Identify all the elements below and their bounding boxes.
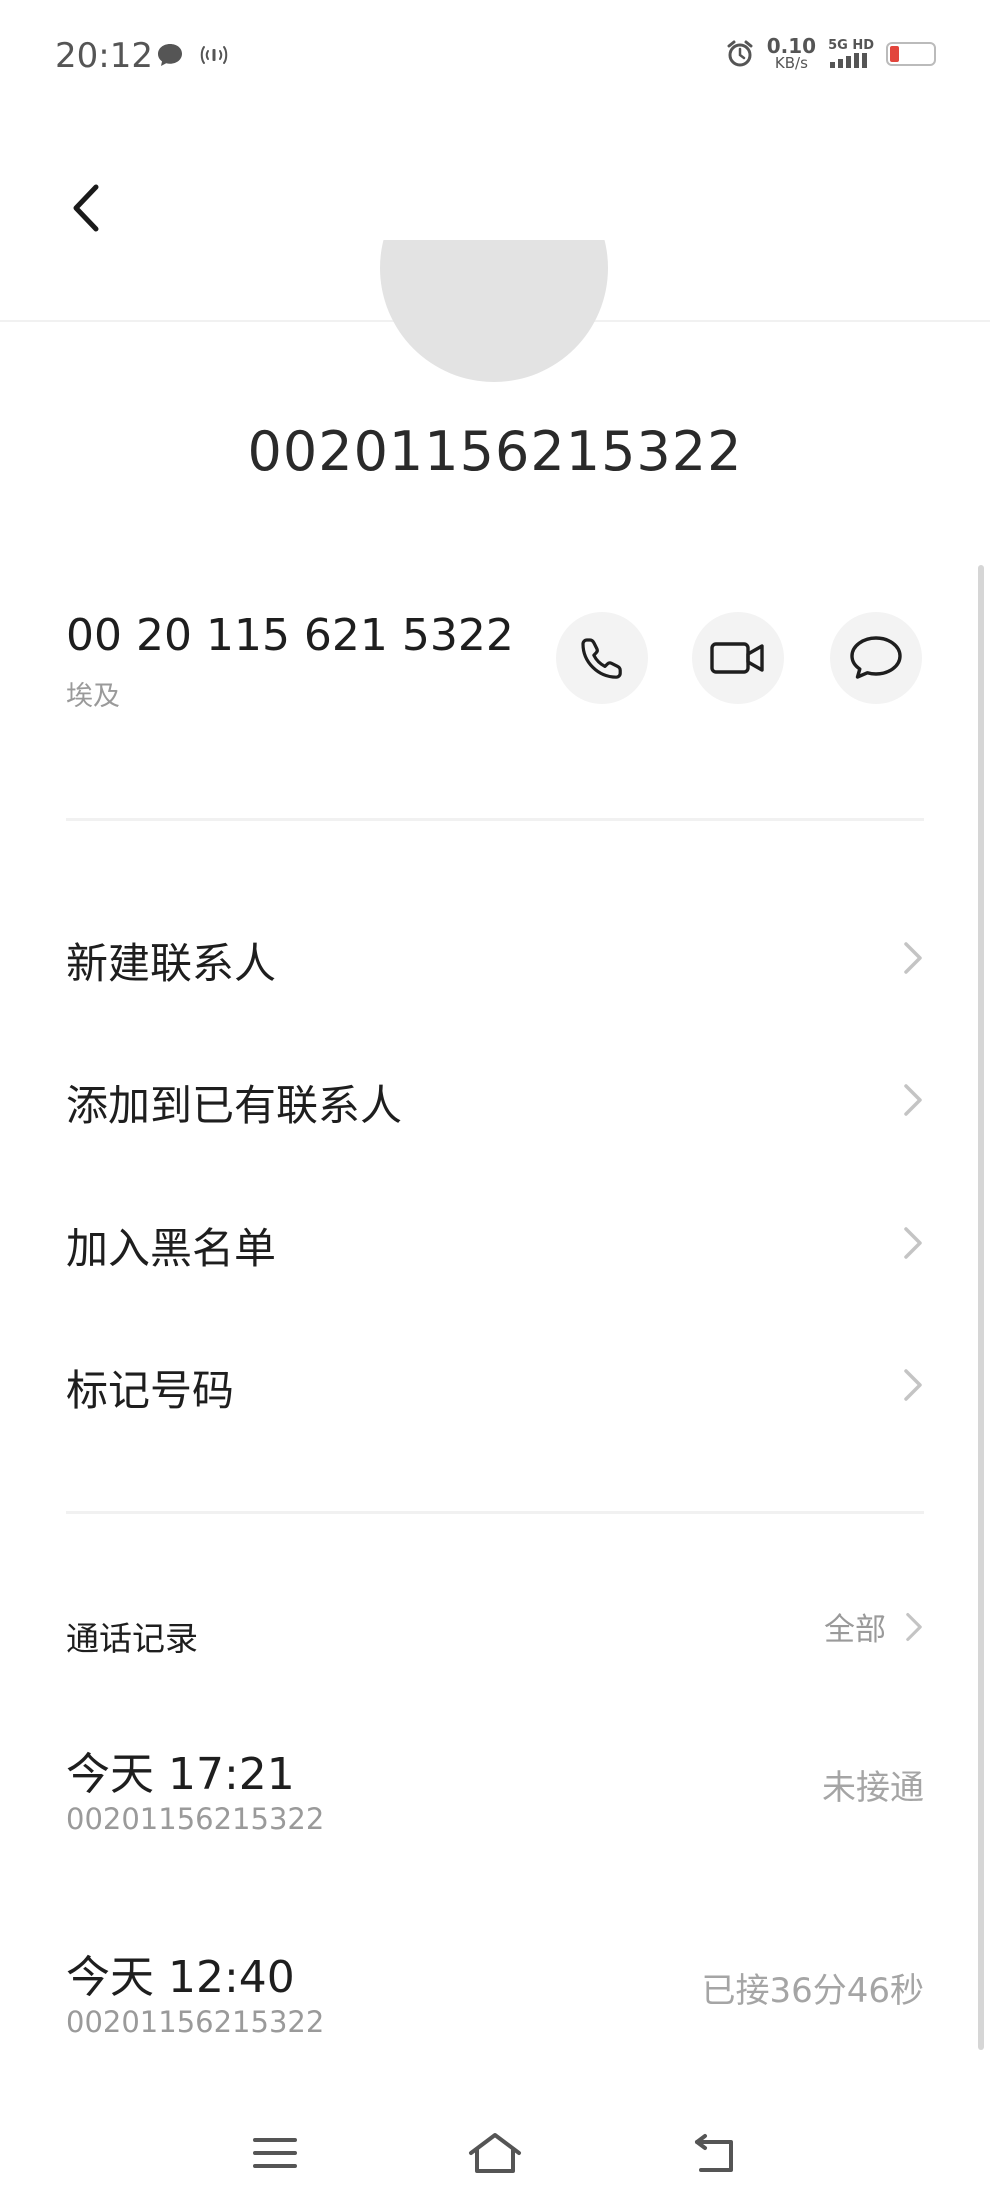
- call-time: 今天 12:40: [66, 1952, 295, 2003]
- scrollbar[interactable]: [978, 565, 984, 2050]
- back-icon: [695, 2134, 733, 2172]
- status-bar: 20:12 0.10 KB/s 5G HD: [0, 0, 990, 118]
- call-number: 00201156215322: [66, 2005, 325, 2039]
- phone-icon: [581, 638, 622, 679]
- video-call-button[interactable]: [692, 612, 784, 704]
- status-left-icons: [156, 42, 230, 68]
- chevron-right-icon: [906, 1612, 922, 1641]
- contact-number-title: 00201156215322: [247, 420, 743, 483]
- signal: 5G HD: [828, 39, 874, 68]
- video-call-icon: [710, 642, 764, 674]
- all-label: 全部: [824, 1612, 886, 1648]
- navigation-bar: [0, 2100, 990, 2207]
- menu-icon: [253, 2138, 297, 2168]
- call-log-all-link[interactable]: 全部: [824, 1604, 924, 1649]
- call-time: 今天 17:21: [66, 1749, 295, 1800]
- back-button[interactable]: [58, 180, 114, 236]
- chevron-right-icon: [904, 1227, 922, 1259]
- call-log-title: 通话记录: [66, 1619, 198, 1658]
- chevron-right-icon: [904, 1369, 922, 1401]
- call-status: 未接通: [822, 1768, 924, 1808]
- menu-item-mark-number[interactable]: 标记号码: [0, 1329, 990, 1439]
- battery-icon: [886, 41, 936, 66]
- nav-menu-button[interactable]: [240, 2118, 310, 2188]
- net-speed-value: 0.10: [766, 34, 817, 58]
- call-number: 00201156215322: [66, 1802, 325, 1836]
- nav-back-button[interactable]: [680, 2118, 750, 2188]
- battery-level: [890, 45, 899, 62]
- signal-icon: [830, 53, 868, 68]
- chevron-right-icon: [904, 1084, 922, 1116]
- nav-home-button[interactable]: [460, 2118, 530, 2188]
- call-status: 已接36分46秒: [701, 1971, 924, 2011]
- alarm-icon: [727, 40, 753, 66]
- signal-label: 5G HD: [828, 38, 874, 53]
- chevron-left-icon: [73, 184, 99, 232]
- net-speed: 0.10 KB/s: [767, 36, 816, 71]
- menu-item-label: 添加到已有联系人: [66, 1081, 403, 1130]
- avatar: [380, 240, 608, 382]
- message-icon: [850, 636, 902, 679]
- call-button[interactable]: [556, 612, 648, 704]
- divider: [66, 1511, 924, 1514]
- chat-bubble-icon: [158, 44, 182, 66]
- home-icon: [469, 2133, 521, 2173]
- phone-location: 埃及: [66, 681, 120, 712]
- message-button[interactable]: [830, 612, 922, 704]
- menu-item-label: 新建联系人: [66, 939, 277, 988]
- status-time: 20:12: [55, 36, 153, 76]
- status-right: 0.10 KB/s 5G HD: [725, 36, 936, 71]
- divider: [66, 818, 924, 821]
- menu-item-add-to-existing[interactable]: 添加到已有联系人: [0, 1044, 990, 1154]
- menu-item-label: 标记号码: [66, 1366, 235, 1415]
- nfc-icon: [200, 46, 228, 64]
- menu-item-new-contact[interactable]: 新建联系人: [0, 902, 990, 1012]
- net-speed-unit: KB/s: [774, 54, 808, 72]
- menu-item-blacklist[interactable]: 加入黑名单: [0, 1187, 990, 1297]
- chevron-right-icon: [904, 942, 922, 974]
- formatted-phone-number: 00 20 115 621 5322: [66, 610, 514, 661]
- menu-item-label: 加入黑名单: [66, 1224, 277, 1273]
